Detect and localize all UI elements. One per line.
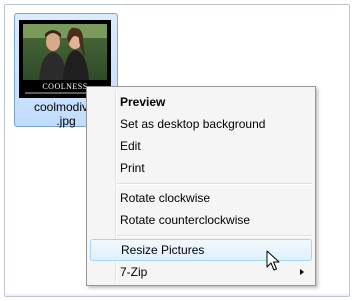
menu-separator (117, 183, 312, 185)
menu-item-rotate-clockwise[interactable]: Rotate clockwise (90, 187, 312, 209)
menu-item-label: Rotate clockwise (120, 191, 211, 205)
menu-item-rotate-counterclockwise[interactable]: Rotate counterclockwise (90, 209, 312, 231)
menu-item-label: Print (120, 161, 145, 175)
submenu-arrow-icon (300, 269, 304, 275)
menu-item-label: Rotate counterclockwise (120, 213, 251, 227)
menu-item-label: Resize Pictures (121, 243, 205, 257)
menu-item-edit[interactable]: Edit (90, 135, 312, 157)
menu-item-set-desktop-background[interactable]: Set as desktop background (90, 113, 312, 135)
menu-item-label: Edit (120, 139, 141, 153)
menu-separator (117, 235, 312, 237)
menu-item-label: Set as desktop background (120, 117, 266, 131)
mouse-pointer-icon (266, 250, 280, 271)
menu-item-label: Preview (120, 95, 166, 109)
menu-item-preview[interactable]: Preview (90, 91, 312, 113)
window-bottom-edge (5, 293, 349, 296)
thumbnail-photo (23, 24, 107, 80)
menu-item-print[interactable]: Print (90, 157, 312, 179)
context-menu: Preview Set as desktop background Edit P… (86, 86, 316, 286)
menu-item-label: 7-Zip (120, 265, 148, 279)
